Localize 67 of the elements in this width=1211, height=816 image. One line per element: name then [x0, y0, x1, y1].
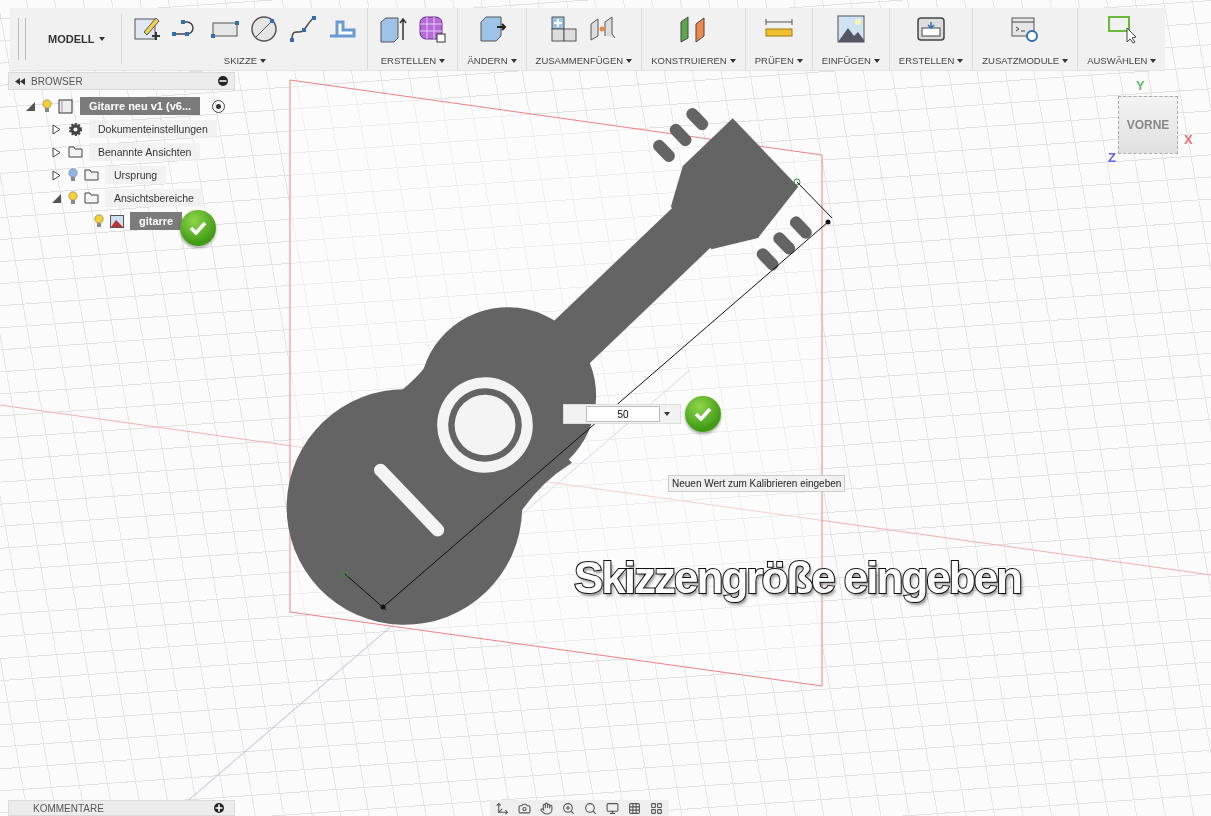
box-arrow-icon: [378, 14, 409, 44]
confirm-button[interactable]: [180, 210, 216, 246]
toolbar-menu[interactable]: ERSTELLEN: [898, 55, 964, 66]
axis-label: Z: [1108, 150, 1116, 165]
light-bulb-icon[interactable]: [42, 99, 52, 113]
tree-item[interactable]: Gitarre neu v1 (v6...: [80, 97, 201, 115]
toolbar-grip[interactable]: [18, 18, 26, 60]
folder-icon: [84, 169, 99, 181]
axis-label: Y: [1136, 78, 1145, 93]
curve-icon: [288, 14, 319, 44]
confirm-button[interactable]: [685, 396, 721, 432]
folder-icon: [68, 146, 83, 158]
toolbar-menu[interactable]: PRÜFEN: [754, 55, 803, 66]
hand-icon[interactable]: [540, 801, 553, 815]
camera-icon[interactable]: [518, 801, 531, 815]
printer-icon: [916, 14, 947, 44]
tooltip: Neuen Wert zum Kalibrieren eingeben: [668, 475, 846, 492]
landscape-image-icon: [835, 14, 866, 44]
zoom-fit-icon[interactable]: [584, 801, 597, 815]
value-input-field[interactable]: 50: [586, 406, 660, 422]
tree-item[interactable]: Benannte Ansichten: [89, 143, 201, 161]
light-bulb-icon[interactable]: [68, 168, 78, 182]
tree-item[interactable]: Ursprung: [105, 166, 167, 184]
checkmark-icon: [694, 407, 712, 421]
blocks-icon: [549, 14, 580, 44]
orbit-icon[interactable]: [496, 801, 509, 815]
tool-button[interactable]: [834, 13, 867, 45]
toolbar-menu[interactable]: SKIZZE: [223, 55, 267, 66]
toolbar-menu[interactable]: ZUSATZMODULE: [982, 55, 1069, 66]
toolbar-menu[interactable]: ÄNDERN: [467, 55, 517, 66]
gear-icon: [68, 121, 83, 137]
light-bulb-icon[interactable]: [68, 191, 78, 205]
grid-icon[interactable]: [628, 801, 641, 815]
expand-triangle-icon[interactable]: [50, 192, 62, 204]
monitor-icon[interactable]: [606, 801, 619, 815]
toolbar-menu[interactable]: KONSTRUIEREN: [651, 55, 736, 66]
panel-title: KOMMENTARE: [33, 802, 105, 814]
expand-triangle-icon[interactable]: [24, 100, 36, 112]
panel-title: BROWSER: [31, 75, 84, 87]
expand-triangle-icon[interactable]: [50, 123, 62, 135]
grid-cube-icon: [417, 14, 448, 44]
tool-button[interactable]: [416, 13, 449, 45]
plus-circle-icon[interactable]: [214, 803, 224, 813]
tree-item[interactable]: Dokumenteinstellungen: [89, 120, 217, 138]
toolbar-menu[interactable]: EINFÜGEN: [821, 55, 880, 66]
folder-icon: [84, 192, 99, 204]
checkmark-icon: [189, 221, 207, 235]
viewports-icon[interactable]: [650, 801, 663, 815]
toolbar-menu[interactable]: ZUSAMMENFÜGEN: [535, 55, 633, 66]
tree-item[interactable]: Ansichtsbereiche: [105, 189, 203, 207]
expand-triangle-icon[interactable]: [50, 169, 62, 181]
cursor-icon: [1106, 14, 1137, 44]
toolbar-menu[interactable]: AUSWÄHLEN: [1087, 55, 1157, 66]
box-icon: [477, 14, 507, 44]
circle-icon: [249, 14, 280, 44]
workspace-dropdown[interactable]: MODELL: [30, 14, 123, 64]
tree-item[interactable]: gitarre: [130, 212, 183, 230]
axis-label: X: [1184, 132, 1193, 147]
zoom-icon[interactable]: [562, 801, 575, 815]
collapse-arrows-icon[interactable]: [15, 77, 25, 85]
component-box-icon: [58, 98, 74, 114]
light-bulb-icon[interactable]: [94, 214, 104, 228]
minus-circle-icon[interactable]: [218, 76, 228, 86]
caret-icon[interactable]: [664, 412, 670, 416]
expand-triangle-icon[interactable]: [50, 146, 62, 158]
picture-icon: [110, 214, 124, 228]
toolbar-menu[interactable]: ERSTELLEN: [380, 55, 446, 66]
